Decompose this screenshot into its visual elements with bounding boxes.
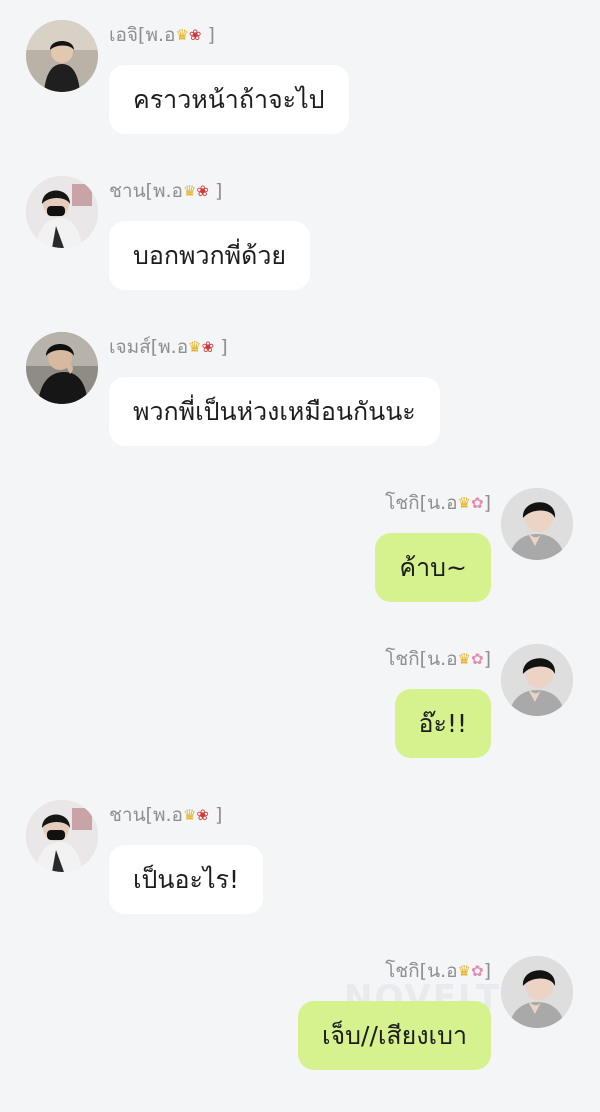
sender-name: ชาน[พ.อ♛❀ ] (109, 803, 222, 827)
sender-name: โชกิ[น.อ♛✿] (385, 959, 491, 983)
sender-name: เอจิ[พ.อ♛❀ ] (109, 23, 215, 47)
sender-tail: ] (215, 180, 223, 202)
crown-icon: ♛ (188, 338, 202, 356)
sender-label: โชกิ[น.อ (385, 492, 458, 514)
avatar-james[interactable] (26, 332, 98, 404)
sender-label: ชาน[พ.อ (109, 804, 183, 826)
avatar-image (26, 800, 98, 872)
avatar-shogi[interactable] (501, 644, 573, 716)
sender-tail: ] (220, 336, 228, 358)
avatar-chan[interactable] (26, 800, 98, 872)
avatar-image (501, 488, 573, 560)
avatar-image (26, 332, 98, 404)
crown-icon: ♛ (182, 806, 197, 824)
rose-icon: ❀ (196, 806, 209, 824)
message-bubble[interactable]: เป็นอะไร! (109, 845, 263, 914)
sender-label: ชาน[พ.อ (109, 180, 183, 202)
sender-tail: ] (207, 24, 215, 46)
bouquet-icon: ✿ (471, 494, 484, 512)
chat-thread: เอจิ[พ.อ♛❀ ] คราวหน้าถ้าจะไป ชาน[พ.อ♛❀ ]… (0, 0, 600, 1112)
sender-name: โชกิ[น.อ♛✿] (385, 647, 491, 671)
sender-name: ชาน[พ.อ♛❀ ] (109, 179, 222, 203)
crown-icon: ♛ (175, 26, 189, 44)
sender-name: เจมส์[พ.อ♛❀ ] (109, 335, 228, 359)
bouquet-icon: ✿ (471, 650, 484, 668)
message-bubble[interactable]: พวกพี่เป็นห่วงเหมือนกันนะ (109, 377, 440, 446)
avatar-chan[interactable] (26, 176, 98, 248)
sender-label: โชกิ[น.อ (385, 960, 458, 982)
message-bubble[interactable]: ค้าบ~ (375, 533, 491, 602)
crown-icon: ♛ (457, 650, 471, 668)
sender-label: โชกิ[น.อ (385, 648, 458, 670)
message-bubble[interactable]: อ๊ะ!! (394, 689, 491, 758)
sender-tail: ] (215, 804, 223, 826)
avatar-shogi[interactable] (501, 488, 573, 560)
message-bubble[interactable]: บอกพวกพี่ด้วย (109, 221, 311, 290)
sender-tail: ] (483, 648, 491, 670)
message-bubble[interactable]: คราวหน้าถ้าจะไป (109, 65, 349, 134)
bouquet-icon: ✿ (471, 962, 484, 980)
crown-icon: ♛ (457, 962, 471, 980)
rose-icon: ❀ (188, 26, 202, 44)
sender-tail: ] (483, 492, 491, 514)
message-bubble[interactable]: เจ็บ//เสียงเบา (297, 1001, 491, 1070)
avatar-shogi[interactable] (501, 956, 573, 1028)
avatar-image (26, 176, 98, 248)
sender-name: โชกิ[น.อ♛✿] (385, 491, 491, 515)
avatar-image (26, 20, 98, 92)
sender-tail: ] (483, 960, 491, 982)
avatar-image (501, 956, 573, 1028)
crown-icon: ♛ (457, 494, 471, 512)
sender-label: เอจิ[พ.อ (109, 24, 176, 46)
crown-icon: ♛ (182, 182, 197, 200)
rose-icon: ❀ (196, 182, 209, 200)
avatar-image (501, 644, 573, 716)
rose-icon: ❀ (201, 338, 215, 356)
sender-label: เจมส์[พ.อ (109, 336, 189, 358)
avatar-aji[interactable] (26, 20, 98, 92)
